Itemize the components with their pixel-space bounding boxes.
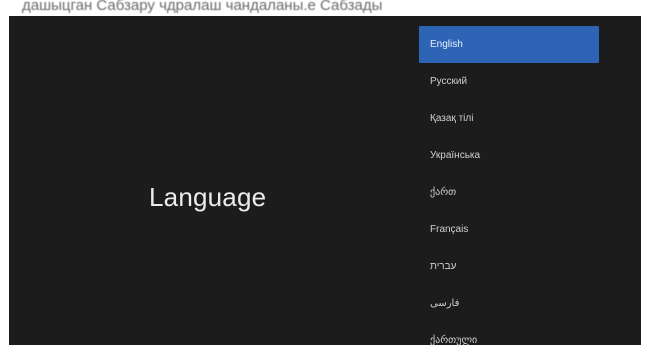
- language-list: English Русский Қазақ тілі Українська ქა…: [419, 26, 599, 345]
- language-option-georgian[interactable]: ქართული: [419, 322, 599, 345]
- language-option-french[interactable]: Français: [419, 211, 599, 248]
- language-option-english[interactable]: English: [419, 26, 599, 63]
- page-caption: дашыцган Сабзару чдралаш чандаланы.е Саб…: [22, 0, 383, 14]
- screen-title: Language: [149, 182, 267, 212]
- language-option-ukrainian[interactable]: Українська: [419, 137, 599, 174]
- language-option-hebrew[interactable]: עברית: [419, 248, 599, 285]
- language-option-persian[interactable]: فارسی: [419, 285, 599, 322]
- language-option-russian[interactable]: Русский: [419, 63, 599, 100]
- tv-language-screen: Language English Русский Қазақ тілі Укра…: [9, 16, 641, 345]
- language-option-kazakh[interactable]: Қазақ тілі: [419, 100, 599, 137]
- language-option-georgian-short[interactable]: ქართ: [419, 174, 599, 211]
